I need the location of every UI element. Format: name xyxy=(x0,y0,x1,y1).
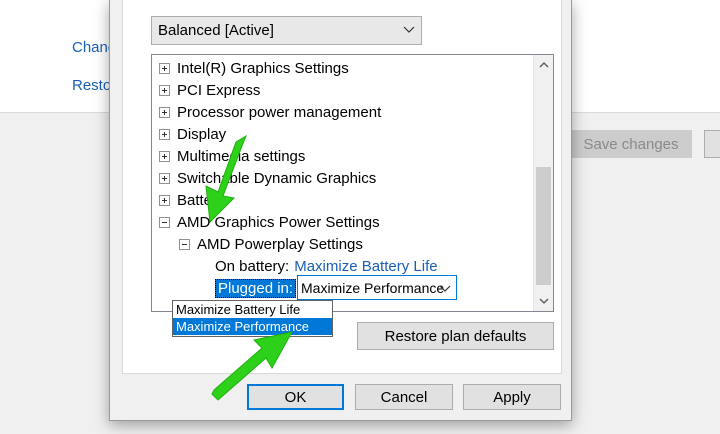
restore-plan-defaults-button[interactable]: Restore plan defaults xyxy=(357,322,554,350)
tree-scrollbar[interactable] xyxy=(533,55,553,311)
tree-item-label: PCI Express xyxy=(177,81,261,99)
scroll-down-icon[interactable] xyxy=(534,291,553,311)
setting-plugged-in[interactable]: Plugged in: xyxy=(215,277,297,299)
minus-expander-icon[interactable] xyxy=(159,216,170,228)
scrollbar-thumb[interactable] xyxy=(536,167,551,285)
plugged-in-value: Maximize Performance xyxy=(301,279,445,296)
tree-item-amd-graphics-power[interactable]: AMD Graphics Power Settings xyxy=(159,211,380,233)
restore-link[interactable]: Resto xyxy=(72,77,111,94)
plus-expander-icon[interactable] xyxy=(159,150,170,162)
tree-item-pci-express[interactable]: PCI Express xyxy=(159,79,260,101)
dropdown-option-battery-life[interactable]: Maximize Battery Life xyxy=(173,301,332,318)
cancel-button[interactable]: Cancel xyxy=(355,384,453,410)
scroll-up-icon[interactable] xyxy=(534,55,553,75)
apply-button[interactable]: Apply xyxy=(463,384,561,410)
plus-expander-icon[interactable] xyxy=(159,128,170,140)
on-battery-value[interactable]: Maximize Battery Life xyxy=(294,258,437,275)
green-arrow-icon xyxy=(205,134,248,224)
plus-expander-icon[interactable] xyxy=(159,194,170,206)
minus-expander-icon[interactable] xyxy=(179,238,190,250)
plus-expander-icon[interactable] xyxy=(159,84,170,96)
green-arrow-icon xyxy=(211,331,293,401)
power-plan-value: Balanced [Active] xyxy=(158,22,274,39)
plugged-in-label: Plugged in: xyxy=(215,278,297,298)
setting-on-battery[interactable]: On battery: Maximize Battery Life xyxy=(215,255,438,277)
plus-expander-icon[interactable] xyxy=(159,62,170,74)
chevron-down-icon xyxy=(439,285,451,292)
power-plan-select[interactable]: Balanced [Active] xyxy=(151,16,422,45)
tree-item-processor-power[interactable]: Processor power management xyxy=(159,101,381,123)
advanced-power-settings-dialog: Balanced [Active] Intel(R) Graphics Sett… xyxy=(109,0,572,421)
chevron-down-icon xyxy=(403,26,415,33)
plugged-in-select[interactable]: Maximize Performance xyxy=(297,275,457,300)
tree-item-intel-graphics[interactable]: Intel(R) Graphics Settings xyxy=(159,57,349,79)
tree-item-amd-powerplay[interactable]: AMD Powerplay Settings xyxy=(179,233,363,255)
on-battery-label: On battery: xyxy=(215,257,290,275)
tree-item-label: Intel(R) Graphics Settings xyxy=(177,59,349,77)
tree-item-label: AMD Powerplay Settings xyxy=(197,235,363,253)
plus-expander-icon[interactable] xyxy=(159,106,170,118)
plus-expander-icon[interactable] xyxy=(159,172,170,184)
tree-item-label: Processor power management xyxy=(177,103,382,121)
save-changes-button[interactable]: Save changes xyxy=(570,130,692,158)
cancel-background-button[interactable] xyxy=(704,130,720,158)
tree-item-switchable-graphics[interactable]: Switchable Dynamic Graphics xyxy=(159,167,376,189)
